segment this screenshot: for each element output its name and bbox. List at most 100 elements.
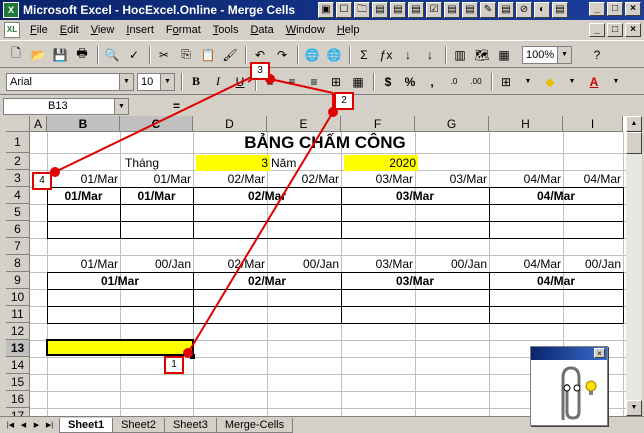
row-header-2[interactable]: 2 bbox=[6, 153, 30, 170]
menu-insert[interactable]: Insert bbox=[120, 24, 160, 36]
formula-equals[interactable]: = bbox=[173, 99, 180, 113]
document-icon[interactable]: XL bbox=[4, 22, 20, 38]
sheet-tab-merge-cells[interactable]: Merge-Cells bbox=[215, 417, 294, 433]
row-header-16[interactable]: 16 bbox=[6, 391, 30, 408]
last-sheet-icon[interactable]: ▶| bbox=[43, 419, 56, 432]
row3-cell-6[interactable]: 04/Mar bbox=[489, 171, 563, 187]
sheet-tab-sheet3[interactable]: Sheet3 bbox=[163, 417, 217, 433]
chevron-down-icon[interactable]: ▼ bbox=[160, 73, 174, 90]
row3-cell-7[interactable]: 04/Mar bbox=[563, 171, 623, 187]
spelling-icon[interactable]: ✓ bbox=[124, 45, 144, 65]
font-name-combo[interactable]: Arial ▼ bbox=[6, 72, 134, 91]
title-toolbar-icon-11[interactable]: ⊘ bbox=[516, 2, 532, 18]
maximize-button[interactable]: □ bbox=[607, 2, 623, 16]
row4-header-1[interactable]: 01/Mar bbox=[120, 188, 193, 204]
zoom-combo[interactable]: 100% ▼ bbox=[522, 45, 572, 64]
font-color-icon[interactable]: A bbox=[584, 72, 604, 92]
prev-sheet-icon[interactable]: ◀ bbox=[17, 419, 30, 432]
thang-label-cell[interactable]: Tháng bbox=[124, 155, 196, 171]
row4-header-4[interactable]: 04/Mar bbox=[489, 188, 623, 204]
row-header-6[interactable]: 6 bbox=[6, 221, 30, 238]
scroll-up-icon[interactable]: ▲ bbox=[626, 116, 642, 132]
scroll-down-icon[interactable]: ▼ bbox=[626, 400, 642, 416]
row9-header-3[interactable]: 04/Mar bbox=[489, 273, 623, 289]
title-cell[interactable]: BẢNG CHẤM CÔNG bbox=[202, 133, 448, 153]
row9-header-2[interactable]: 03/Mar bbox=[341, 273, 489, 289]
row3-cell-1[interactable]: 01/Mar bbox=[120, 171, 193, 187]
row-header-8[interactable]: 8 bbox=[6, 255, 30, 272]
excel-app-icon[interactable]: X bbox=[3, 2, 19, 18]
percent-button[interactable]: % bbox=[400, 72, 420, 92]
selected-merged-cell[interactable] bbox=[46, 339, 194, 356]
web-toolbar-icon[interactable]: 🌐 bbox=[324, 45, 344, 65]
save-icon[interactable]: 💾 bbox=[50, 45, 70, 65]
first-sheet-icon[interactable]: |◀ bbox=[4, 419, 17, 432]
italic-button[interactable]: I bbox=[208, 72, 228, 92]
sort-ascending-icon[interactable]: ↓ bbox=[398, 45, 418, 65]
close-button[interactable]: × bbox=[625, 2, 641, 16]
col-header-H[interactable]: H bbox=[489, 116, 563, 132]
col-header-E[interactable]: E bbox=[267, 116, 341, 132]
row8-cell-1[interactable]: 00/Jan bbox=[120, 256, 193, 272]
sort-descending-icon[interactable]: ↓ bbox=[420, 45, 440, 65]
row9-header-1[interactable]: 02/Mar bbox=[193, 273, 341, 289]
sheet-tab-sheet2[interactable]: Sheet2 bbox=[112, 417, 165, 433]
title-toolbar-icon-8[interactable]: ▤ bbox=[462, 2, 478, 18]
title-toolbar-icon-6[interactable]: ☑ bbox=[426, 2, 442, 18]
office-assistant[interactable]: × bbox=[530, 346, 608, 426]
paste-icon[interactable]: 📋 bbox=[198, 45, 218, 65]
row3-cell-0[interactable]: 01/Mar bbox=[47, 171, 120, 187]
print-icon[interactable]: 🖶 bbox=[72, 45, 92, 65]
clippy-paperclip-icon[interactable] bbox=[531, 360, 607, 426]
menu-format[interactable]: Format bbox=[160, 24, 207, 36]
chevron-down-icon[interactable]: ▼ bbox=[562, 72, 582, 92]
decrease-decimal-button[interactable]: .00 bbox=[466, 72, 486, 92]
chevron-down-icon[interactable]: ▼ bbox=[557, 46, 571, 63]
row-header-17[interactable]: 17 bbox=[6, 408, 30, 416]
row8-cell-6[interactable]: 04/Mar bbox=[489, 256, 563, 272]
row-header-1[interactable]: 1 bbox=[6, 132, 30, 153]
thang-value-cell[interactable]: 3 bbox=[196, 155, 270, 171]
currency-button[interactable]: $ bbox=[378, 72, 398, 92]
row3-cell-5[interactable]: 03/Mar bbox=[415, 171, 489, 187]
title-toolbar-icon-9[interactable]: ✎ bbox=[480, 2, 496, 18]
select-all-corner[interactable] bbox=[6, 116, 30, 132]
comma-button[interactable]: , bbox=[422, 72, 442, 92]
chevron-down-icon[interactable]: ▼ bbox=[606, 72, 626, 92]
borders-icon[interactable]: ⊞ bbox=[496, 72, 516, 92]
vertical-scrollbar[interactable]: ▲ ▼ bbox=[626, 116, 642, 416]
row-header-9[interactable]: 9 bbox=[6, 272, 30, 289]
fill-color-icon[interactable]: ◆ bbox=[540, 72, 560, 92]
nam-label-cell[interactable]: Năm bbox=[270, 155, 344, 171]
menu-tools[interactable]: Tools bbox=[207, 24, 245, 36]
menu-window[interactable]: Window bbox=[280, 24, 331, 36]
row3-cell-4[interactable]: 03/Mar bbox=[341, 171, 415, 187]
row-header-11[interactable]: 11 bbox=[6, 306, 30, 323]
col-header-F[interactable]: F bbox=[341, 116, 415, 132]
row3-cell-2[interactable]: 02/Mar bbox=[193, 171, 267, 187]
row-header-7[interactable]: 7 bbox=[6, 238, 30, 255]
col-header-A[interactable]: A bbox=[30, 116, 47, 132]
row8-cell-3[interactable]: 00/Jan bbox=[267, 256, 341, 272]
row-header-14[interactable]: 14 bbox=[6, 357, 30, 374]
autosum-icon[interactable]: Σ bbox=[354, 45, 374, 65]
cut-icon[interactable]: ✂ bbox=[154, 45, 174, 65]
title-toolbar-icon-3[interactable]: ▤ bbox=[372, 2, 388, 18]
bold-button[interactable]: B bbox=[186, 72, 206, 92]
menu-help[interactable]: Help bbox=[331, 24, 366, 36]
next-sheet-icon[interactable]: ▶ bbox=[30, 419, 43, 432]
print-preview-icon[interactable]: 🔍 bbox=[102, 45, 122, 65]
hyperlink-icon[interactable]: 🌐 bbox=[302, 45, 322, 65]
underline-button[interactable]: U bbox=[230, 72, 250, 92]
col-header-B[interactable]: B bbox=[47, 116, 120, 132]
row-header-12[interactable]: 12 bbox=[6, 323, 30, 340]
sheet-tab-sheet1[interactable]: Sheet1 bbox=[59, 417, 114, 433]
merge-center-icon[interactable]: ⊞ bbox=[326, 72, 346, 92]
fill-handle[interactable] bbox=[190, 354, 195, 359]
chevron-down-icon[interactable]: ▼ bbox=[518, 72, 538, 92]
chevron-down-icon[interactable]: ▼ bbox=[114, 98, 128, 114]
row9-header-0[interactable]: 01/Mar bbox=[47, 273, 193, 289]
row4-header-0[interactable]: 01/Mar bbox=[47, 188, 120, 204]
menu-edit[interactable]: Edit bbox=[54, 24, 85, 36]
doc-restore-button[interactable]: □ bbox=[607, 23, 623, 37]
